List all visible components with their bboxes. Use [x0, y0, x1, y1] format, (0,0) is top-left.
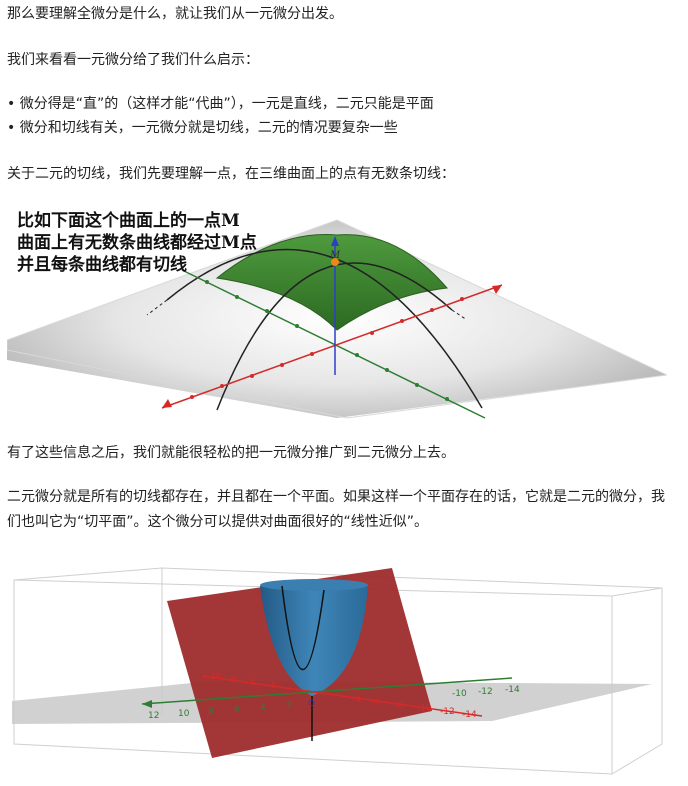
bullet-item-1: 微分得是“直”的（这样才能“代曲”），一元是直线，二元只能是平面: [7, 94, 434, 114]
red-tick: -10: [417, 704, 432, 714]
point-m-label: M: [329, 250, 341, 261]
caption-line-1: 比如下面这个曲面上的一点M: [17, 210, 240, 231]
green-tick: 2: [286, 701, 292, 711]
figure-tangent-plane: 10 8 6 4 -4 -6 -8 -10 -12 -14 12 10 8 6 …: [12, 566, 667, 776]
green-tick: 10: [178, 709, 190, 719]
red-tick: -6: [372, 698, 381, 708]
caption-line-2: 曲面上有无数条曲线都经过M点: [17, 232, 257, 253]
red-tick: -8: [394, 701, 403, 711]
figure-surface-tangents: M 比如下面这个曲面上的一点M 曲面上有无数条曲线都经过M点 并且每条曲线都有切…: [7, 200, 667, 420]
green-tick: 6: [234, 705, 240, 715]
origin-label: O: [308, 699, 315, 709]
green-tick: 12: [148, 711, 159, 721]
green-tick: -14: [505, 685, 520, 695]
paragraph-generalize: 有了这些信息之后，我们就能很轻松的把一元微分推广到二元微分上去。: [7, 445, 455, 461]
paragraph-intro: 那么要理解全微分是什么，就让我们从一元微分出发。: [7, 6, 343, 22]
green-tick: 4: [260, 703, 266, 713]
red-tick: -14: [462, 710, 477, 720]
red-tick: 8: [230, 675, 236, 685]
bullet-item-2: 微分和切线有关，一元微分就是切线，二元的情况要复杂一些: [7, 118, 398, 138]
red-tick: -4: [352, 695, 361, 705]
red-tick: 10: [210, 672, 222, 682]
paragraph-question: 我们来看看一元微分给了我们什么启示：: [7, 52, 259, 68]
red-tick: 4: [270, 681, 276, 691]
red-tick: 6: [250, 678, 256, 688]
red-tick: -12: [440, 707, 455, 717]
paragraph-tangent-plane: 二元微分就是所有的切线都存在，并且都在一个平面。如果这样一个平面存在的话，它就是…: [7, 489, 665, 530]
caption-line-3: 并且每条曲线都有切线: [17, 254, 187, 275]
green-tick: 8: [208, 707, 214, 717]
paragraph-tangent-intro: 关于二元的切线，我们先要理解一点，在三维曲面上的点有无数条切线：: [7, 166, 455, 182]
green-tick: -10: [452, 689, 467, 699]
green-tick: -12: [478, 687, 493, 697]
